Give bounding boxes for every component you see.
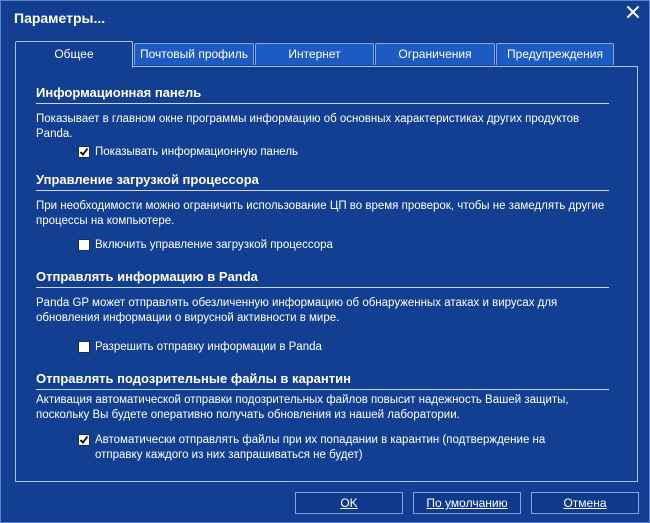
options-dialog: Параметры... Общее Почтовый профиль Инте… — [0, 0, 650, 523]
section-title-quarantine: Отправлять подозрительные файлы в карант… — [36, 371, 351, 386]
section-divider — [36, 287, 609, 288]
section-title-info-panel: Информационная панель — [36, 85, 202, 100]
auto-send-quarantine-label: Автоматически отправлять файлы при их по… — [95, 434, 546, 461]
section-description-cpu-load: При необходимости можно ограничить испол… — [36, 200, 605, 227]
send-info-checkbox[interactable] — [78, 341, 90, 353]
section-divider — [36, 389, 609, 390]
cancel-button[interactable]: Отмена — [531, 492, 639, 514]
section-divider — [36, 103, 609, 104]
checkmark-icon — [79, 147, 89, 156]
checkmark-icon — [79, 435, 89, 444]
section-title-send-info: Отправлять информацию в Panda — [36, 269, 258, 284]
section-title-cpu-load: Управление загрузкой процессора — [36, 172, 259, 187]
send-info-label: Разрешить отправку информации в Panda — [95, 341, 322, 353]
auto-send-quarantine-checkbox[interactable] — [78, 434, 90, 446]
cpu-load-label: Включить управление загрузкой процессора — [95, 239, 333, 251]
auto-send-quarantine-option[interactable]: Автоматически отправлять файлы при их по… — [78, 433, 595, 463]
close-button[interactable] — [623, 2, 643, 22]
window-title: Параметры... — [14, 10, 106, 26]
section-description-quarantine: Активация автоматической отправки подозр… — [36, 394, 569, 421]
show-info-panel-checkbox[interactable] — [78, 146, 90, 158]
section-divider — [36, 190, 609, 191]
tab-bar: Общее Почтовый профиль Интернет Ограниче… — [15, 41, 615, 68]
section-description-send-info: Panda GP может отправлять обезличенную и… — [36, 297, 558, 324]
section-description-info-panel: Показывает в главном окне программы инфо… — [36, 113, 580, 140]
tab-mail-profile[interactable]: Почтовый профиль — [134, 43, 254, 65]
show-info-panel-option[interactable]: Показывать информационную панель — [78, 145, 595, 160]
cpu-load-option[interactable]: Включить управление загрузкой процессора — [78, 238, 595, 253]
tab-internet[interactable]: Интернет — [255, 43, 374, 65]
tab-restrictions[interactable]: Ограничения — [375, 43, 495, 65]
tab-warnings[interactable]: Предупреждения — [496, 43, 614, 65]
general-panel: Информационная панель Показывает в главн… — [15, 66, 638, 482]
send-info-option[interactable]: Разрешить отправку информации в Panda — [78, 340, 595, 355]
cpu-load-checkbox[interactable] — [78, 239, 90, 251]
close-icon — [627, 6, 639, 18]
ok-button[interactable]: OK — [295, 492, 403, 514]
show-info-panel-label: Показывать информационную панель — [95, 146, 299, 158]
title-bar[interactable]: Параметры... — [1, 1, 649, 35]
tab-general[interactable]: Общее — [15, 41, 133, 68]
defaults-button[interactable]: По умолчанию — [413, 492, 521, 514]
